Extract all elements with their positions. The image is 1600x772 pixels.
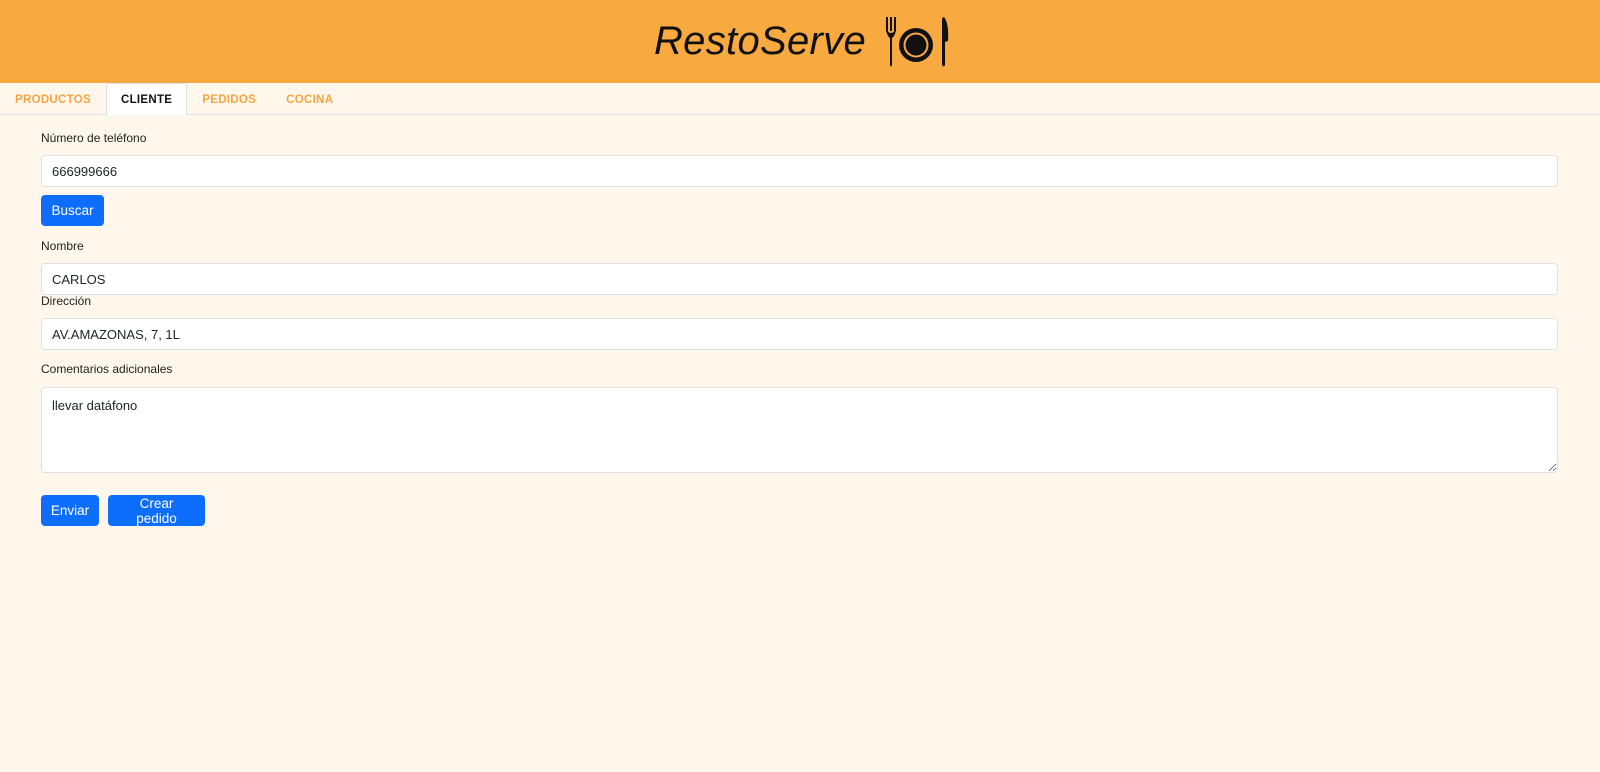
app-header: RestoServe (0, 0, 1600, 83)
create-order-button[interactable]: Crear pedido (108, 495, 205, 526)
brand: RestoServe (654, 15, 950, 69)
tab-cocina[interactable]: COCINA (271, 83, 348, 115)
cutlery-plate-icon (885, 16, 949, 66)
address-input[interactable] (41, 318, 1558, 350)
comments-textarea[interactable]: llevar datáfono (41, 387, 1558, 473)
search-button[interactable]: Buscar (41, 195, 104, 226)
comments-label: Comentarios adicionales (41, 362, 173, 376)
name-label: Nombre (41, 239, 84, 253)
tab-pedidos[interactable]: PEDIDOS (187, 83, 271, 115)
tab-bar: PRODUCTOS CLIENTE PEDIDOS COCINA (0, 83, 1600, 115)
send-button[interactable]: Enviar (41, 495, 99, 526)
tab-productos[interactable]: PRODUCTOS (0, 83, 106, 115)
name-input[interactable] (41, 263, 1558, 295)
phone-label: Número de teléfono (41, 131, 147, 145)
phone-input[interactable] (41, 155, 1558, 187)
address-label: Dirección (41, 294, 92, 308)
tab-cliente[interactable]: CLIENTE (105, 83, 188, 115)
app-title: RestoServe (654, 19, 866, 63)
